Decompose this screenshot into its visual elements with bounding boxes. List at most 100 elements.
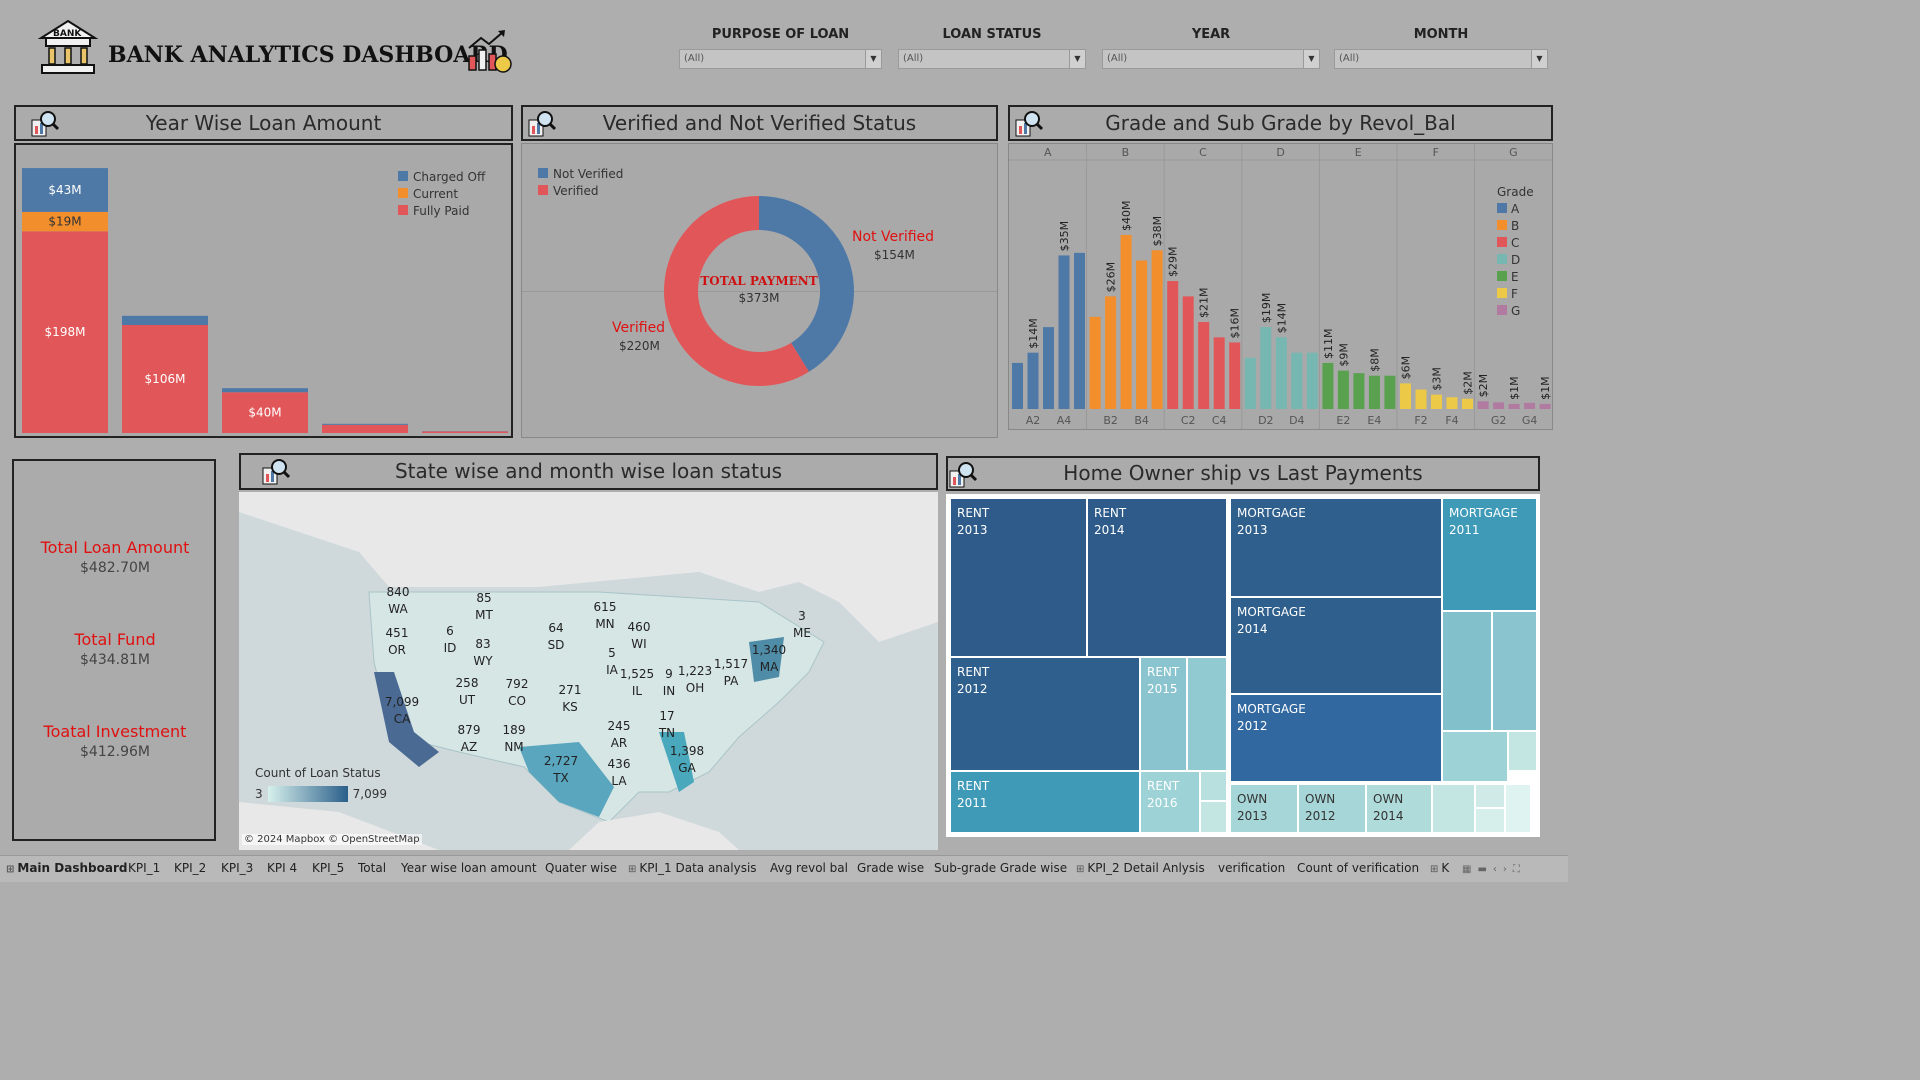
treemap-cell-rent-2013[interactable]: RENT 2013	[950, 498, 1087, 657]
state-label-ga[interactable]: 1,398 GA	[667, 743, 707, 777]
state-label-ut[interactable]: 258 UT	[447, 675, 487, 709]
grade-bar-b2[interactable]	[1105, 296, 1117, 409]
grade-bar-f5[interactable]	[1462, 398, 1473, 409]
legend-item-charged-off[interactable]: Charged Off	[398, 169, 485, 186]
state-label-mt[interactable]: 85 MT	[464, 590, 504, 624]
treemap-cell-own-small-3[interactable]	[1475, 808, 1505, 833]
grade-bar-c1[interactable]	[1167, 281, 1179, 409]
treemap-cell-rent-small-2[interactable]	[1200, 771, 1227, 801]
grade-bar-f1[interactable]	[1400, 383, 1411, 409]
tab-quater-wise[interactable]: Quater wise	[545, 861, 617, 875]
grade-bar-g4[interactable]	[1524, 402, 1536, 409]
grade-legend-item-b[interactable]: B	[1497, 218, 1534, 235]
tab-kpi-1-data-analysis[interactable]: ⊞ KPI_1 Data analysis	[628, 861, 757, 875]
tab-kpi-2-detail-anlysis[interactable]: ⊞ KPI_2 Detail Anlysis	[1076, 861, 1205, 875]
treemap-cell-rent-small-3[interactable]	[1200, 801, 1227, 833]
prev-tab-icon[interactable]: ‹	[1493, 864, 1503, 875]
treemap-cell-mortgage-2013[interactable]: MORTGAGE 2013	[1230, 498, 1442, 597]
state-label-la[interactable]: 436 LA	[599, 756, 639, 790]
state-map[interactable]: 840 WA 85 MT 451 OR 6 ID 83 WY 64 SD 615 MN 460 WI 3 ME 1,…	[239, 492, 938, 850]
grade-bar-f3[interactable]	[1431, 394, 1442, 409]
grade-bar-e4[interactable]	[1368, 375, 1380, 409]
grade-bar-d3[interactable]	[1275, 337, 1287, 409]
grade-bar-e1[interactable]	[1322, 362, 1334, 409]
grade-bar-a5[interactable]	[1074, 252, 1085, 409]
state-label-ks[interactable]: 271 KS	[550, 682, 590, 716]
grade-bar-d4[interactable]	[1291, 352, 1303, 409]
tab-avg-revol-bal[interactable]: Avg revol bal	[770, 861, 848, 875]
grade-legend-item-c[interactable]: C	[1497, 235, 1534, 252]
treemap-cell-mortgage-2011[interactable]: MORTGAGE 2011	[1442, 498, 1537, 611]
treemap-cell-own-2014[interactable]: OWN 2014	[1366, 784, 1432, 833]
fullscreen-icon[interactable]: ⛶	[1513, 864, 1526, 875]
state-label-az[interactable]: 879 AZ	[449, 722, 489, 756]
legend-item-current[interactable]: Current	[398, 186, 485, 203]
grade-legend-item-d[interactable]: D	[1497, 252, 1534, 269]
tab-year-wise-loan-amount[interactable]: Year wise loan amount	[401, 861, 537, 875]
grade-bar-c3[interactable]	[1198, 321, 1210, 409]
state-label-wy[interactable]: 83 WY	[463, 636, 503, 670]
grade-bar-a3[interactable]	[1043, 327, 1054, 409]
treemap-cell-rent-2016[interactable]: RENT 2016	[1140, 771, 1200, 833]
grade-bar-chart[interactable]: A B C D E F G$14MA2$35MA4$26MB2$40MB4$38M$29MC…	[1009, 144, 1552, 429]
treemap-cell-mortgage-2014[interactable]: MORTGAGE 2014	[1230, 597, 1442, 694]
treemap-cell-mortgage-small-2[interactable]	[1492, 611, 1537, 731]
state-label-co[interactable]: 792 CO	[497, 676, 537, 710]
treemap-cell-mortgage-2012[interactable]: MORTGAGE 2012	[1230, 694, 1442, 782]
bar-fully-paid[interactable]	[422, 431, 508, 433]
bar-charged-off[interactable]	[322, 423, 408, 425]
treemap-cell-own-2012[interactable]: OWN 2012	[1298, 784, 1366, 833]
tab-k[interactable]: ⊞ K	[1430, 861, 1449, 875]
grade-legend-item-e[interactable]: E	[1497, 269, 1534, 286]
state-label-or[interactable]: 451 OR	[377, 625, 417, 659]
bar-fully-paid[interactable]	[322, 424, 408, 433]
legend-item-not-verified[interactable]: Not Verified	[538, 166, 623, 183]
filter-purpose-select[interactable]: (All) ▼	[679, 49, 882, 69]
tab-sub-grade-grade-wise[interactable]: Sub-grade Grade wise	[934, 861, 1067, 875]
treemap-cell-rent-small-1[interactable]	[1187, 657, 1227, 771]
tab-kpi-1[interactable]: KPI_1	[128, 861, 160, 875]
grade-bar-b3[interactable]	[1120, 234, 1132, 409]
grade-legend-item-g[interactable]: G	[1497, 303, 1534, 320]
treemap-cell-own-2013[interactable]: OWN 2013	[1230, 784, 1298, 833]
state-label-sd[interactable]: 64 SD	[536, 620, 576, 654]
state-label-wa[interactable]: 840 WA	[378, 584, 418, 618]
filmstrip-icon[interactable]: ▬	[1477, 864, 1492, 875]
grade-bar-g5[interactable]	[1539, 403, 1551, 409]
state-label-nm[interactable]: 189 NM	[494, 722, 534, 756]
bar-charged-off[interactable]	[122, 315, 208, 325]
chevron-down-icon[interactable]: ▼	[1531, 50, 1547, 68]
treemap-cell-mortgage-small-3[interactable]	[1442, 731, 1508, 782]
treemap-cell-rent-2012[interactable]: RENT 2012	[950, 657, 1140, 771]
grade-bar-a4[interactable]	[1058, 255, 1070, 409]
filter-year-select[interactable]: (All) ▼	[1102, 49, 1320, 69]
state-label-tn[interactable]: 17 TN	[647, 708, 687, 742]
filter-status-select[interactable]: (All) ▼	[898, 49, 1086, 69]
filter-month-select[interactable]: (All) ▼	[1334, 49, 1548, 69]
state-label-pa[interactable]: 1,517 PA	[711, 656, 751, 690]
grade-bar-c4[interactable]	[1213, 337, 1225, 409]
tab-main-dashboard[interactable]: ⊞ Main Dashboard	[6, 861, 127, 875]
state-label-ar[interactable]: 245 AR	[599, 718, 639, 752]
grade-legend-item-a[interactable]: A	[1497, 201, 1534, 218]
grade-bar-d2[interactable]	[1260, 327, 1272, 409]
grade-bar-c2[interactable]	[1182, 296, 1194, 409]
tab-kpi-4[interactable]: KPI 4	[267, 861, 297, 875]
grade-bar-e2[interactable]	[1337, 370, 1349, 409]
grade-bar-a2[interactable]	[1027, 352, 1039, 409]
grade-bar-f4[interactable]	[1446, 397, 1458, 409]
grade-bar-g1[interactable]	[1477, 401, 1489, 409]
grade-bar-d5[interactable]	[1306, 352, 1318, 409]
grade-bar-g2[interactable]	[1493, 402, 1505, 409]
legend-item-verified[interactable]: Verified	[538, 183, 623, 200]
tab-total[interactable]: Total	[358, 861, 386, 875]
tab-kpi-3[interactable]: KPI_3	[221, 861, 253, 875]
treemap-cell-rent-2014[interactable]: RENT 2014	[1087, 498, 1227, 657]
state-label-tx[interactable]: 2,727 TX	[541, 753, 581, 787]
tab-count-of-verification[interactable]: Count of verification	[1297, 861, 1419, 875]
treemap-cell-own-small-4[interactable]	[1505, 784, 1531, 833]
grade-legend-item-f[interactable]: F	[1497, 286, 1534, 303]
sheet-sorter-icon[interactable]: ▦	[1462, 864, 1477, 875]
legend-item-fully-paid[interactable]: Fully Paid	[398, 203, 485, 220]
next-tab-icon[interactable]: ›	[1503, 864, 1513, 875]
